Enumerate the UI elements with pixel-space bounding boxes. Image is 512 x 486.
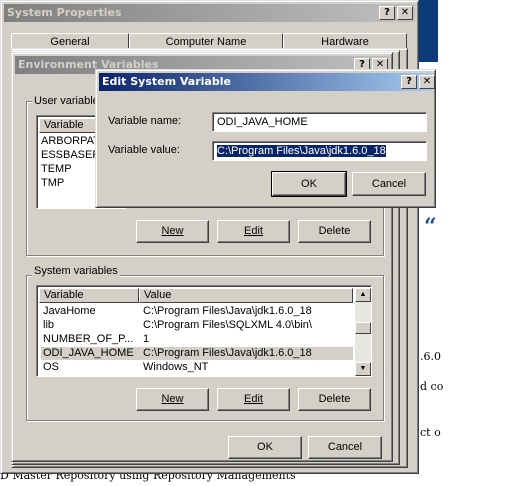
table-row-selected[interactable]: ODI_JAVA_HOME C:\Program Files\Java\jdk1…	[41, 347, 353, 360]
variable-cell: lib	[43, 319, 55, 331]
value-cell: Windows_NT	[143, 361, 209, 373]
edit-dialog-close-button[interactable]: ✕	[419, 75, 435, 89]
variable-value-field[interactable]: C:\Program Files\Java\jdk1.6.0_18	[212, 141, 427, 161]
system-properties-titlebar[interactable]: System Properties	[4, 4, 415, 22]
variable-name-field[interactable]: ODI_JAVA_HOME	[212, 112, 427, 132]
variable-cell: OS	[43, 361, 59, 373]
background-quote-mark: “	[424, 214, 437, 240]
table-row[interactable]: lib C:\Program Files\SQLXML 4.0\bin\	[41, 319, 353, 332]
edit-ok-button[interactable]: OK	[271, 171, 347, 197]
variable-column-header[interactable]: Variable	[39, 288, 139, 303]
environment-cancel-button[interactable]: Cancel	[308, 436, 382, 459]
background-text-2: d co	[420, 380, 444, 393]
scroll-down-arrow-icon[interactable]: ▼	[355, 362, 371, 376]
table-row[interactable]: NUMBER_OF_P... 1	[41, 333, 353, 346]
list-item[interactable]: TMP	[41, 177, 64, 190]
value-cell: 1	[143, 333, 150, 345]
environment-ok-button[interactable]: OK	[228, 436, 302, 459]
system-delete-button[interactable]: Delete	[298, 388, 371, 411]
edit-system-variable-titlebar[interactable]: Edit System Variable	[99, 73, 432, 91]
system-properties-help-button[interactable]: ?	[379, 6, 395, 20]
scroll-thumb[interactable]	[355, 322, 371, 334]
value-column-header[interactable]: Value	[139, 288, 353, 303]
edit-dialog-help-button[interactable]: ?	[401, 75, 417, 89]
variable-name-label: Variable name:	[108, 115, 182, 127]
background-blue-strip	[418, 0, 438, 62]
variable-cell: ODI_JAVA_HOME	[43, 347, 134, 359]
edit-system-variable-title: Edit System Variable	[102, 75, 231, 88]
value-cell: C:\Program Files\SQLXML 4.0\bin\	[143, 319, 312, 331]
system-edit-button[interactable]: Edit	[217, 388, 290, 411]
variable-cell: JavaHome	[43, 305, 96, 317]
system-variables-label: System variables	[32, 265, 120, 278]
system-properties-close-button[interactable]: ✕	[397, 6, 413, 20]
variable-value-selected-text: C:\Program Files\Java\jdk1.6.0_18	[217, 145, 386, 157]
value-cell: C:\Program Files\Java\jdk1.6.0_18	[143, 347, 312, 359]
table-row[interactable]: OS Windows_NT	[41, 361, 353, 374]
background-text-3: ct o	[420, 426, 441, 439]
list-item[interactable]: TEMP	[41, 163, 72, 176]
edit-system-variable-window: Edit System Variable ? ✕ Variable name: …	[95, 69, 436, 208]
user-edit-button[interactable]: Edit	[217, 220, 290, 243]
table-row[interactable]: JavaHome C:\Program Files\Java\jdk1.6.0_…	[41, 305, 353, 318]
background-text-1: .6.0	[420, 350, 441, 363]
system-variables-scrollbar[interactable]: ▲ ▼	[355, 288, 371, 376]
edit-cancel-button[interactable]: Cancel	[352, 172, 426, 196]
value-cell: C:\Program Files\Java\jdk1.6.0_18	[143, 305, 312, 317]
user-new-button[interactable]: New	[136, 220, 209, 243]
system-variables-list[interactable]: Variable Value JavaHome C:\Program Files…	[36, 285, 372, 377]
user-delete-button[interactable]: Delete	[298, 220, 371, 243]
system-new-button[interactable]: New	[136, 388, 209, 411]
variable-cell: NUMBER_OF_P...	[43, 333, 134, 345]
scroll-up-arrow-icon[interactable]: ▲	[355, 288, 371, 302]
variable-value-label: Variable value:	[108, 144, 180, 156]
system-properties-title: System Properties	[7, 6, 122, 19]
